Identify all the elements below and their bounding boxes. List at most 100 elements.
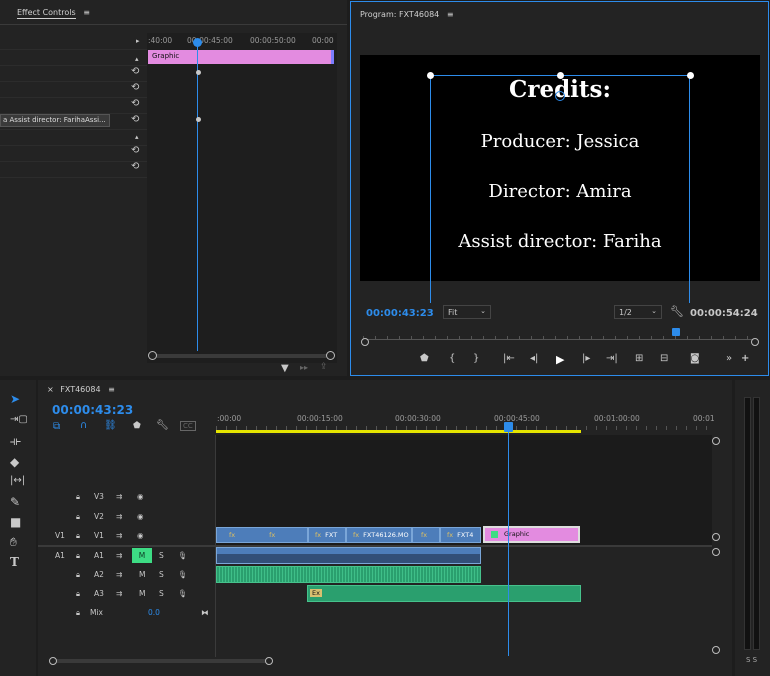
export-icon[interactable]: ⇪ (320, 362, 328, 372)
horizontal-scrollbar[interactable] (151, 354, 331, 358)
keyframe-icon[interactable] (196, 70, 201, 75)
more-controls-icon[interactable]: » (726, 353, 732, 364)
video-vscroll-handle[interactable] (712, 437, 720, 445)
snap-magnet-icon[interactable]: ∩ (80, 420, 87, 431)
play-icon[interactable]: ▶ (556, 353, 564, 366)
sync-lock-icon[interactable]: ⇉ (116, 512, 122, 521)
track-header-a2[interactable]: 🔒︎ A2 ⇉ M S 🎙︎ (38, 566, 216, 584)
reset-icon[interactable]: ⟲ (131, 161, 139, 172)
type-tool-icon[interactable]: T (10, 555, 19, 569)
panel-menu-icon[interactable]: ≡ (447, 10, 454, 19)
lock-icon[interactable]: 🔒︎ (76, 608, 80, 618)
audio-meter-solo-labels[interactable]: S S (746, 656, 757, 664)
audio-clip-a2[interactable] (216, 566, 481, 583)
track-header-a1[interactable]: A1 🔒︎ A1 ⇉ M S 🎙︎ (38, 547, 216, 565)
video-clip[interactable]: fx fx (216, 527, 308, 543)
audio-clip-a1[interactable] (216, 547, 481, 564)
eye-icon[interactable]: ◉ (137, 512, 144, 521)
settings-wrench-icon[interactable]: 🔧︎ (670, 305, 684, 318)
pen-tool-icon[interactable]: ✎ (10, 495, 20, 509)
transform-handle[interactable] (427, 72, 434, 79)
reset-icon[interactable]: ⟲ (131, 66, 139, 77)
effect-controls-tab[interactable]: Effect Controls ≡ (17, 8, 90, 19)
selection-tool-icon[interactable]: ➤ (10, 392, 20, 406)
text-layer-field[interactable]: a Assist director: FarihaAssi... (0, 114, 110, 127)
scroll-handle-left[interactable] (148, 351, 157, 360)
track-select-tool-icon[interactable]: ⇥▢ (10, 414, 28, 425)
video-clip[interactable]: fx FXT46126.MO (346, 527, 412, 543)
lock-icon[interactable]: 🔒︎ (76, 512, 80, 522)
track-header-v3[interactable]: 🔒︎ V3 ⇉ ◉ (38, 488, 216, 506)
timeline-settings-wrench-icon[interactable]: 🔧︎ (156, 420, 169, 431)
scroll-handle-right[interactable] (326, 351, 335, 360)
lock-icon[interactable]: 🔒︎ (76, 531, 80, 541)
add-marker-icon[interactable]: ⬟ (420, 353, 429, 364)
keyframe-icon[interactable] (196, 117, 201, 122)
sync-lock-icon[interactable]: ⇉ (116, 492, 122, 501)
solo-button[interactable]: S (159, 551, 164, 560)
solo-button[interactable]: S (159, 570, 164, 579)
audio-clip-a3[interactable]: Ex (307, 585, 581, 602)
playhead-handle[interactable] (193, 38, 202, 47)
razor-tool-icon[interactable]: ◆ (10, 455, 19, 469)
anchor-point-icon[interactable] (555, 91, 565, 101)
go-to-in-icon[interactable]: |⇤ (503, 353, 515, 364)
sequence-tab[interactable]: × FXT46084 ≡ (47, 385, 115, 394)
monitor-playhead[interactable] (672, 328, 680, 336)
microphone-icon[interactable]: 🎙︎ (178, 570, 188, 579)
go-to-end-icon[interactable]: ⧓ (201, 608, 209, 617)
solo-button[interactable]: S (159, 589, 164, 598)
graphic-clip[interactable]: Graphic (483, 526, 580, 543)
effect-timeline[interactable] (147, 33, 337, 363)
work-area-bar[interactable] (216, 430, 581, 433)
lock-icon[interactable]: 🔒︎ (76, 492, 80, 502)
sync-lock-icon[interactable]: ⇉ (116, 531, 122, 540)
nest-icon[interactable]: ⧉ (53, 421, 60, 432)
mark-out-icon[interactable]: } (473, 353, 479, 364)
track-header-v1[interactable]: V1 🔒︎ V1 ⇉ ◉ (38, 527, 216, 545)
timeline-hscrollbar[interactable] (54, 659, 270, 663)
video-clip[interactable]: fx FXT4 (440, 527, 481, 543)
sequence-timecode[interactable]: 00:00:43:23 (52, 403, 133, 417)
sync-lock-icon[interactable]: ⇉ (116, 589, 122, 598)
expand-arrow-icon[interactable]: ▸ (136, 37, 140, 45)
microphone-icon[interactable]: 🎙︎ (178, 589, 188, 598)
transform-handle[interactable] (687, 72, 694, 79)
ripple-edit-tool-icon[interactable]: ⟛ (10, 434, 21, 449)
step-forward-icon[interactable]: |▸ (582, 353, 590, 364)
collapse-arrow-icon[interactable]: ▴ (135, 133, 139, 141)
sync-lock-icon[interactable]: ⇉ (116, 551, 122, 560)
play-audio-icon[interactable]: ▸▸ (300, 363, 308, 372)
video-clip[interactable]: fx (412, 527, 440, 543)
video-clip[interactable]: fx FXT (308, 527, 346, 543)
panel-menu-icon[interactable]: ≡ (83, 8, 90, 17)
text-bounding-box[interactable] (430, 75, 690, 303)
timeline-zoom-handle-right[interactable] (265, 657, 273, 665)
reset-icon[interactable]: ⟲ (131, 98, 139, 109)
eye-icon[interactable]: ◉ (137, 531, 144, 540)
rectangle-tool-icon[interactable]: ■ (10, 515, 21, 529)
graphic-clip-bar[interactable]: Graphic (148, 50, 334, 64)
close-icon[interactable]: × (47, 385, 54, 394)
transform-handle[interactable] (557, 72, 564, 79)
sync-lock-icon[interactable]: ⇉ (116, 570, 122, 579)
lift-icon[interactable]: ⊞ (635, 353, 643, 364)
audio-vscroll-handle[interactable] (712, 646, 720, 654)
microphone-icon[interactable]: 🎙︎ (178, 551, 188, 560)
track-header-v2[interactable]: 🔒︎ V2 ⇉ ◉ (38, 508, 216, 526)
mix-volume-value[interactable]: 0.0 (148, 608, 160, 617)
mute-button[interactable]: M (139, 570, 145, 579)
add-marker-icon[interactable]: ⬟ (133, 421, 141, 431)
step-back-icon[interactable]: ◂| (530, 353, 538, 364)
panel-menu-icon[interactable]: ≡ (108, 385, 115, 394)
go-to-out-icon[interactable]: ⇥| (606, 353, 618, 364)
extract-icon[interactable]: ⊟ (660, 353, 668, 364)
fit-dropdown[interactable]: Fit ⌄ (443, 305, 491, 319)
track-header-a3[interactable]: 🔒︎ A3 ⇉ M S 🎙︎ (38, 585, 216, 603)
track-header-mix[interactable]: 🔒︎ Mix 0.0 ⧓ (38, 604, 216, 622)
timeline-zoom-handle-left[interactable] (49, 657, 57, 665)
lock-icon[interactable]: 🔒︎ (76, 589, 80, 599)
program-current-time[interactable]: 00:00:43:23 (366, 308, 434, 319)
reset-icon[interactable]: ⟲ (131, 114, 139, 125)
mute-button[interactable]: M (132, 548, 152, 563)
